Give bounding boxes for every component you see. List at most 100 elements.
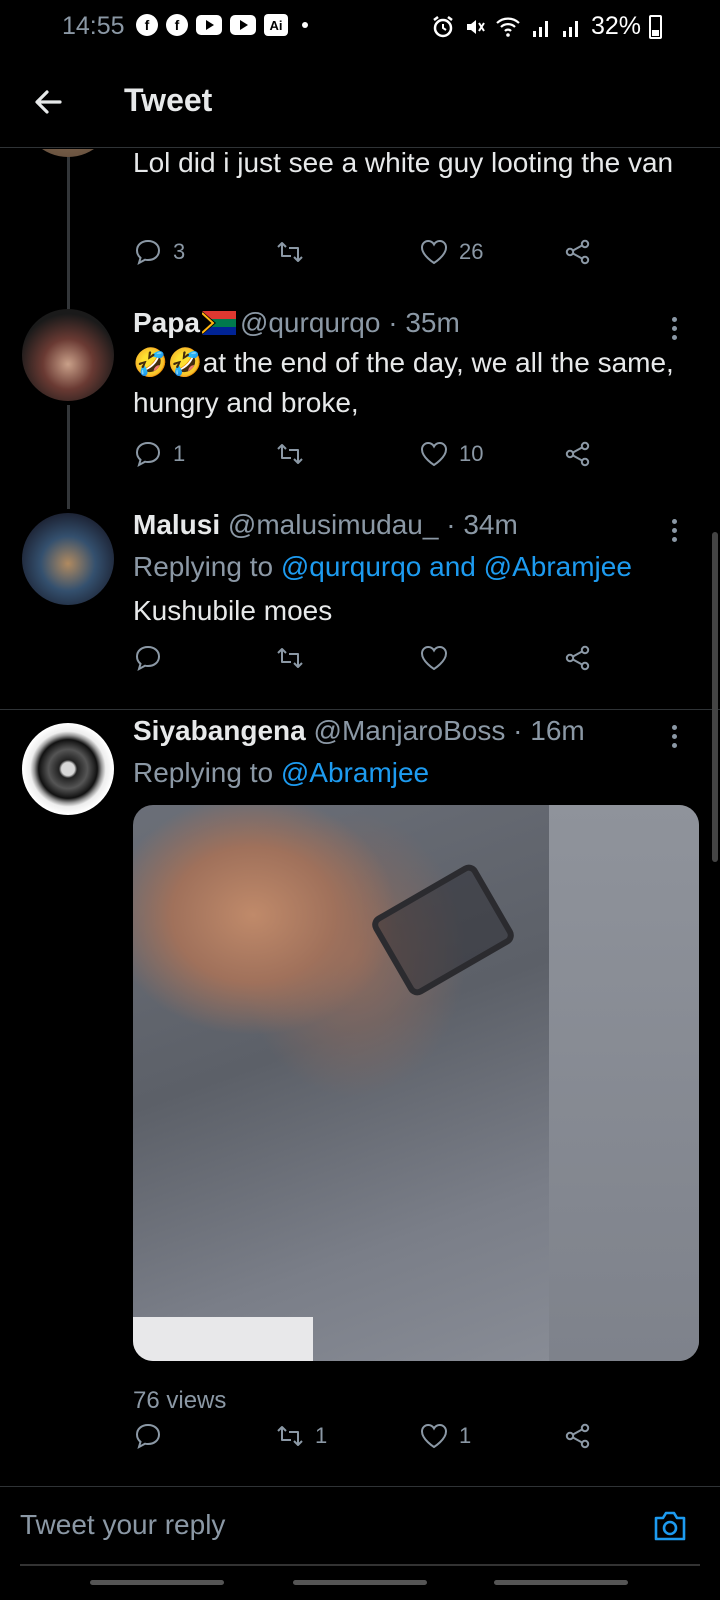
tweet-text: at the end of the day, we all the same, … — [133, 347, 674, 418]
tweet-divider — [0, 709, 720, 710]
author-handle[interactable]: @malusimudau_ — [228, 509, 439, 540]
avatar[interactable] — [22, 513, 114, 605]
tweet-time: 35m — [405, 307, 460, 338]
status-time: 14:55 — [62, 12, 125, 40]
share-icon — [565, 1423, 590, 1449]
author-handle[interactable]: @ManjaroBoss — [314, 715, 506, 746]
author-name[interactable]: Malusi — [133, 509, 220, 540]
author-name[interactable]: Siyabangena — [133, 715, 306, 746]
retweet-icon — [277, 648, 303, 668]
avatar[interactable] — [22, 723, 114, 815]
facebook-icon: f — [136, 14, 158, 36]
retweet-button[interactable] — [275, 439, 315, 469]
scrollbar[interactable] — [712, 532, 718, 862]
reply-icon — [135, 1423, 161, 1450]
like-button[interactable] — [419, 643, 459, 673]
like-button[interactable]: 10 — [419, 439, 483, 469]
like-count: 1 — [459, 1423, 472, 1448]
more-options-icon[interactable] — [670, 725, 678, 753]
replying-to: Replying to @qurqurqo and @Abramjee — [133, 547, 690, 587]
reply-button[interactable]: 3 — [133, 237, 185, 267]
share-button[interactable] — [563, 237, 593, 267]
share-button[interactable] — [563, 439, 593, 469]
reply-button[interactable]: 1 — [133, 439, 185, 469]
video-frame-buckle — [368, 861, 518, 999]
retweet-button[interactable]: 1 — [275, 1421, 327, 1451]
youtube-icon — [196, 15, 222, 35]
replying-prefix: Replying to — [133, 551, 281, 582]
video-frame-seat — [549, 805, 699, 1361]
status-bar: 14:55 f f Ai 32% — [0, 0, 720, 56]
nav-back[interactable] — [494, 1580, 628, 1585]
separator-dot: · — [446, 509, 456, 540]
more-options-icon[interactable] — [670, 519, 678, 547]
tweet-actions: 1 1 — [133, 1421, 593, 1455]
replying-prefix: Replying to — [133, 757, 281, 788]
author-name[interactable]: Papa — [133, 307, 200, 338]
like-button[interactable]: 1 — [419, 1421, 471, 1451]
more-notifications-dot — [302, 22, 308, 28]
signal-icon — [562, 20, 578, 37]
thread-connector — [67, 149, 70, 309]
more-options-icon[interactable] — [670, 317, 678, 345]
alarm-icon — [433, 15, 453, 37]
reply-count: 1 — [173, 441, 186, 466]
tweet-time: 16m — [530, 715, 585, 746]
replying-mentions[interactable]: @Abramjee — [281, 757, 429, 788]
heart-icon — [420, 1423, 448, 1449]
author-handle[interactable]: @qurqurqo — [240, 307, 381, 338]
tweet-actions: 1 10 — [133, 439, 593, 473]
retweet-icon — [277, 1426, 303, 1446]
separator-dot: · — [513, 715, 523, 746]
retweet-button[interactable] — [275, 643, 315, 673]
tweet-text: Lol did i just see a white guy looting t… — [133, 149, 674, 178]
share-button[interactable] — [563, 643, 593, 673]
facebook-icon: f — [166, 14, 188, 36]
back-arrow-icon[interactable] — [30, 84, 66, 120]
camera-icon[interactable] — [652, 1509, 688, 1543]
system-nav-bar — [0, 1566, 720, 1600]
battery-percent: 32% — [590, 12, 641, 40]
replying-to: Replying to @Abramjee — [133, 753, 690, 793]
share-icon — [565, 441, 590, 467]
share-button[interactable] — [563, 1421, 593, 1451]
retweet-icon — [277, 444, 303, 464]
signal-icon — [532, 20, 548, 37]
tweet-text: Kushubile moes — [133, 595, 333, 626]
youtube-icon — [230, 15, 256, 35]
reply-icon — [135, 441, 161, 468]
retweet-count: 1 — [315, 1423, 328, 1448]
page-title: Tweet — [124, 82, 213, 118]
wifi-icon — [496, 17, 520, 37]
heart-icon — [420, 239, 448, 265]
tweet-emoji: 🤣🤣 — [133, 347, 203, 378]
mute-icon — [466, 19, 485, 34]
reply-button[interactable] — [133, 1421, 173, 1451]
reply-button[interactable] — [133, 643, 173, 673]
view-count: 76 views — [133, 1387, 227, 1414]
reply-icon — [135, 645, 161, 672]
notification-icons: f f Ai — [136, 14, 308, 36]
video-frame-paper — [133, 1317, 313, 1361]
ai-icon: Ai — [264, 14, 288, 36]
system-icons: 32% — [431, 12, 662, 41]
nav-recents[interactable] — [90, 1580, 224, 1585]
tweet-actions — [133, 643, 593, 677]
replying-mentions[interactable]: @qurqurqo and @Abramjee — [281, 551, 632, 582]
south-africa-flag-icon — [201, 311, 236, 335]
heart-icon — [420, 441, 448, 467]
like-count: 10 — [459, 441, 484, 466]
reply-input[interactable] — [20, 1501, 620, 1549]
retweet-button[interactable] — [275, 237, 315, 267]
tweet-video[interactable] — [133, 805, 699, 1361]
like-button[interactable]: 26 — [419, 237, 483, 267]
avatar[interactable] — [22, 309, 114, 401]
thread-connector — [67, 405, 70, 509]
conversation-feed[interactable]: Lol did i just see a white guy looting t… — [0, 149, 720, 1485]
nav-home[interactable] — [293, 1580, 427, 1585]
battery-icon — [649, 14, 662, 39]
avatar[interactable] — [22, 149, 114, 157]
reply-icon — [135, 239, 161, 266]
tweet-time: 34m — [463, 509, 518, 540]
share-icon — [565, 239, 590, 265]
